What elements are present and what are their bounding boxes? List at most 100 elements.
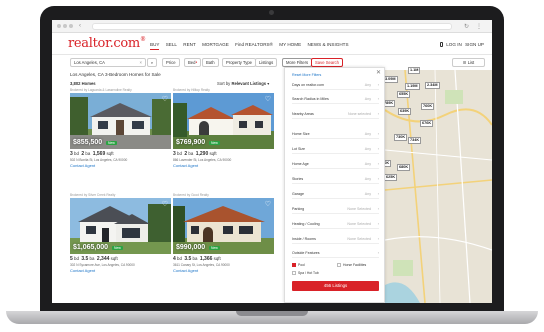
location-search-input[interactable]: Los Angeles, CA × [70, 58, 146, 67]
filter-row-value: Any [364, 177, 371, 181]
filter-row-value: Any [364, 83, 371, 87]
signup-link[interactable]: SIGN UP [465, 42, 484, 47]
nav-sell[interactable]: SELL [166, 42, 177, 47]
filter-row-label: Nearby Areas [292, 112, 314, 116]
map[interactable] [385, 70, 492, 303]
price-filter[interactable]: Price [162, 58, 180, 67]
save-search-button[interactable]: Save Search [311, 58, 343, 67]
bath-filter[interactable]: Bath [202, 58, 219, 67]
nav-news[interactable]: NEWS & INSIGHTS [307, 42, 348, 47]
menu-icon[interactable]: ⋮ [476, 23, 482, 30]
nav-buy[interactable]: BUY [150, 42, 160, 50]
pool-checkbox[interactable]: Pool [292, 263, 305, 267]
chevron-right-icon: › [377, 132, 379, 136]
map-price-pin[interactable]: 2.34M [425, 82, 440, 89]
clear-icon[interactable]: × [140, 59, 142, 66]
favorite-heart-icon[interactable]: ♡ [162, 200, 168, 208]
window-maximize-icon[interactable] [69, 24, 73, 28]
beds-filter[interactable]: Bed● [184, 58, 202, 67]
map-price-pin[interactable]: 680K [397, 164, 411, 171]
map-price-pin[interactable]: 1.19M [405, 83, 420, 90]
listing-stats: 3 bd 2 ba 1,290 sqft [173, 151, 217, 157]
camera-icon [269, 10, 274, 15]
listing-card[interactable]: Brokered by Hilltop Realty ♡ $769,900 Ne… [173, 88, 274, 168]
filter-bar: Los Angeles, CA × ⌕ Price Bed● Bath Prope… [52, 55, 492, 70]
filter-row[interactable]: Inside / Rooms None Selected › [292, 235, 379, 244]
contact-agent-link[interactable]: Contact Agent [173, 163, 274, 168]
contact-agent-link[interactable]: Contact Agent [70, 163, 171, 168]
nav-my-home[interactable]: MY HOME [279, 42, 301, 47]
filter-row[interactable]: Stories Any › [292, 175, 379, 184]
search-icon: ⌕ [150, 60, 154, 65]
filter-row-value: None Selected [347, 237, 371, 241]
chevron-right-icon: › [377, 222, 379, 226]
filter-row[interactable]: Search Radius in Miles Any › [292, 95, 379, 104]
map-price-pin[interactable]: 734K [408, 137, 422, 144]
favorite-heart-icon[interactable]: ♡ [265, 95, 271, 103]
horse-checkbox[interactable]: Horse Facilities [337, 263, 366, 267]
spa-checkbox[interactable]: Spa / Hot Tub [292, 271, 319, 275]
filter-row[interactable]: Garage Any › [292, 190, 379, 199]
login-link[interactable]: LOG IN [446, 42, 462, 47]
map-price-pin[interactable]: 655K [397, 91, 411, 98]
listing-card[interactable]: Brokered by Good Realty ♡ $990,000 New 4… [173, 193, 274, 273]
map-price-pin[interactable]: 625K [384, 174, 398, 181]
address-bar[interactable] [92, 23, 452, 30]
map-price-pin[interactable]: 1.1M [408, 67, 421, 74]
main-nav: BUY SELL RENT MORTGAGE Find REALTORS® MY… [150, 42, 354, 50]
show-listings-button[interactable]: 456 Listings [292, 281, 379, 291]
search-button[interactable]: ⌕ [147, 58, 157, 67]
map-price-pin[interactable]: 676K [420, 120, 434, 127]
filter-row-value: Any [364, 97, 371, 101]
listing-address[interactable]: 866 Lavender St, Los Angeles, CA 90000 [173, 158, 274, 162]
nav-mortgage[interactable]: MORTGAGE [202, 42, 229, 47]
more-filters-button[interactable]: More Filters [282, 58, 313, 67]
map-price-pin[interactable]: 3.09M [383, 76, 398, 83]
listing-card[interactable]: Brokered by Silver Creek Realty ♡ $1,065… [70, 193, 171, 273]
realtor-logo[interactable]: realtor.com® [68, 36, 146, 51]
sort-dropdown[interactable]: Sort by Relevant Listings ▾ [217, 81, 269, 86]
reset-filters-link[interactable]: Reset More Filters [292, 73, 321, 77]
favorite-heart-icon[interactable]: ♡ [162, 95, 168, 103]
filter-row-label: Home Size [292, 132, 310, 136]
contact-agent-link[interactable]: Contact Agent [70, 268, 171, 273]
nav-rent[interactable]: RENT [183, 42, 196, 47]
filter-row-label: Search Radius in Miles [292, 97, 329, 101]
property-type-filter[interactable]: Property Type [222, 58, 256, 67]
nav-find-realtors[interactable]: Find REALTORS® [235, 42, 273, 47]
listing-photo[interactable]: ♡ $855,500 New [70, 93, 171, 149]
results-count: 3,802 Homes [70, 81, 96, 86]
map-price-pin[interactable]: 760K [421, 103, 435, 110]
filter-row[interactable]: Home Size Any › [292, 130, 379, 139]
chevron-right-icon: › [377, 192, 379, 196]
map-price-pin[interactable]: 639K [398, 108, 412, 115]
reload-icon[interactable]: ↻ [464, 23, 469, 30]
filter-row[interactable]: Days on realtor.com Any › [292, 81, 379, 90]
window-minimize-icon[interactable] [63, 24, 67, 28]
listings-filter[interactable]: Listings [255, 58, 278, 67]
listing-address[interactable]: 3611 Canary St, Los Angeles, CA 90000 [173, 263, 274, 267]
listing-card[interactable]: Brokered by Laguarda & Lassendine Realty [70, 88, 171, 168]
phone-icon[interactable] [440, 42, 444, 47]
list-toggle-button[interactable]: ☰ List [452, 58, 485, 67]
listing-address[interactable]: 502 N Bonita St, Los Angeles, CA 90000 [70, 158, 171, 162]
chevron-right-icon: › [377, 251, 379, 255]
filter-row[interactable]: Nearby Areas None selected › [292, 110, 379, 119]
filter-row[interactable]: Heating / Cooling None Selected › [292, 220, 379, 229]
window-close-icon[interactable] [57, 24, 61, 28]
chevron-down-icon: ▾ [267, 81, 270, 86]
filter-row[interactable]: Lot Size Any › [292, 145, 379, 154]
close-icon[interactable]: ✕ [376, 69, 381, 76]
filter-row[interactable]: Parking None Selected › [292, 205, 379, 214]
listing-photo[interactable]: ♡ $1,065,000 New [70, 198, 171, 254]
map-price-pin[interactable]: 730K [394, 134, 408, 141]
filter-row[interactable]: Outside Features › [292, 249, 379, 258]
listing-address[interactable]: 302 N Sycamore Ave, Los Angeles, CA 9000… [70, 263, 171, 267]
contact-agent-link[interactable]: Contact Agent [173, 268, 274, 273]
favorite-heart-icon[interactable]: ♡ [265, 200, 271, 208]
listing-photo[interactable]: ♡ $990,000 New [173, 198, 274, 254]
filter-row[interactable]: Home Age Any › [292, 160, 379, 169]
back-icon[interactable]: ‹ [79, 23, 81, 29]
listing-photo[interactable]: ♡ $769,900 New [173, 93, 274, 149]
chevron-right-icon: › [377, 83, 379, 87]
